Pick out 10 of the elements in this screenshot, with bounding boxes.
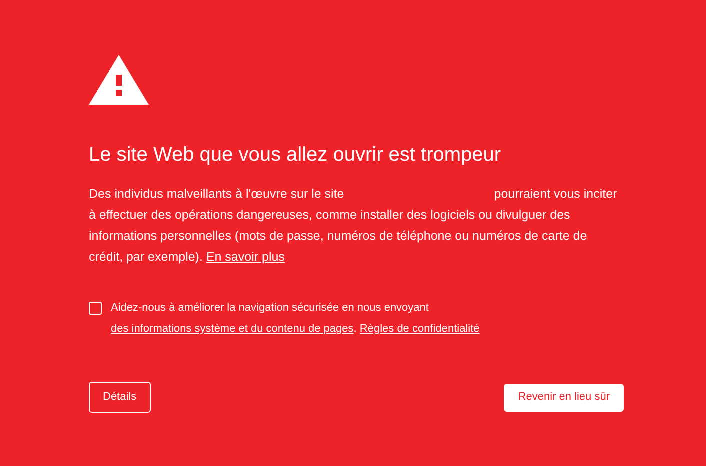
back-to-safety-button[interactable]: Revenir en lieu sûr	[504, 384, 624, 412]
privacy-policy-link[interactable]: Règles de confidentialité	[360, 323, 480, 335]
system-info-link[interactable]: des informations système et du contenu de pages	[111, 323, 354, 335]
report-text: Aidez-nous à améliorer la navigation sécurisée en nous envoyant des informations système et du contenu de pages. Règles de confidentialité	[111, 301, 481, 337]
learn-more-link[interactable]: En savoir plus	[206, 250, 285, 264]
warning-icon	[89, 55, 149, 105]
warning-title: Le site Web que vous allez ouvrir est trompeur	[89, 143, 502, 168]
report-checkbox[interactable]	[89, 302, 102, 315]
details-button[interactable]: Détails	[89, 382, 151, 413]
warning-description: Des individus malveillants à l'œuvre sur le site pourraient vous inciter à effectuer des opérations dangereuses, comme installer des logiciels ou divulguer des informations personnelles (mots de passe, numéros de téléphone ou numéros de carte de crédit, par exemple). En savoir plus	[89, 186, 618, 266]
